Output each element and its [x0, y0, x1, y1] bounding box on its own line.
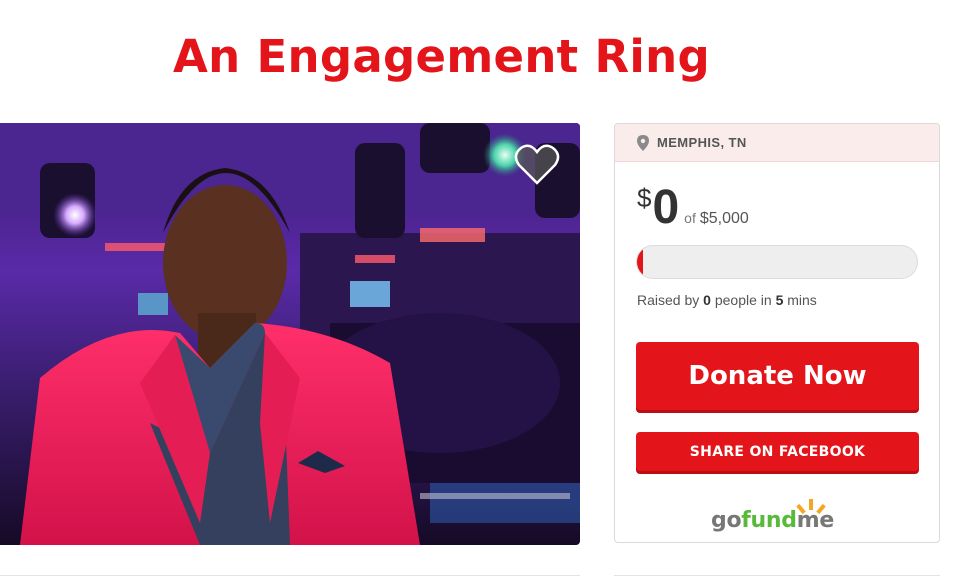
campaign-photo — [0, 123, 580, 545]
divider-left — [0, 575, 580, 581]
favorite-heart-button[interactable] — [513, 141, 561, 189]
people-count: 0 — [703, 292, 711, 308]
progress-bar-fill — [637, 246, 643, 278]
donation-panel: MEMPHIS, TN $ 0 of $5,000 Raised by 0 pe… — [614, 123, 940, 543]
campaign-title: An Engagement Ring — [173, 30, 710, 83]
location-bar: MEMPHIS, TN — [615, 124, 939, 162]
raised-summary: Raised by 0 people in 5 mins — [637, 292, 817, 308]
time-unit: mins — [787, 292, 817, 308]
gofundme-logo[interactable]: gofundme — [711, 496, 851, 536]
time-value: 5 — [775, 292, 784, 308]
raised-prefix: Raised by — [637, 292, 700, 308]
donate-now-button[interactable]: Donate Now — [636, 342, 919, 410]
photo-illustration — [0, 123, 580, 545]
heart-icon — [514, 144, 560, 185]
progress-bar — [636, 245, 918, 279]
logo-go: go — [711, 508, 742, 533]
goal-amount: $5,000 — [699, 210, 749, 227]
raised-amount: 0 — [652, 181, 680, 234]
divider-right — [614, 575, 940, 581]
map-pin-icon — [637, 134, 649, 151]
logo-fund: fund — [741, 508, 797, 533]
location-text: MEMPHIS, TN — [657, 135, 747, 150]
amount-raised: $ 0 of $5,000 — [637, 181, 749, 234]
of-label: of — [684, 210, 696, 226]
people-label: people in — [714, 292, 772, 308]
share-on-facebook-button[interactable]: SHARE ON FACEBOOK — [636, 432, 919, 471]
currency-symbol: $ — [637, 183, 652, 213]
logo-me: me — [796, 508, 835, 533]
